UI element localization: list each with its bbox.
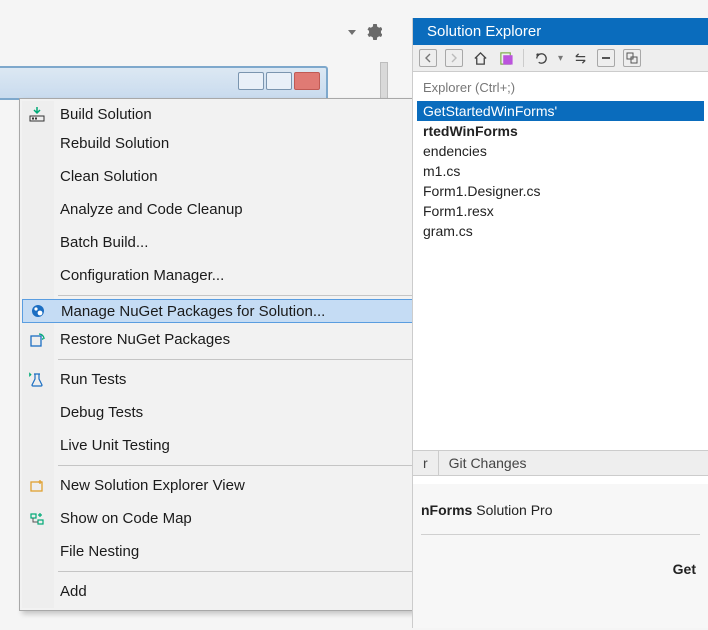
back-icon[interactable] xyxy=(419,49,437,67)
tree-item-solution[interactable]: GetStartedWinForms' xyxy=(417,101,704,121)
scrollbar[interactable] xyxy=(380,62,388,102)
switch-view-icon[interactable] xyxy=(497,49,515,67)
collapse-icon[interactable] xyxy=(597,49,615,67)
minimize-button[interactable] xyxy=(238,72,264,90)
new-view-icon xyxy=(28,477,46,495)
panel-title: Solution Explorer xyxy=(413,18,708,45)
tree-item-file[interactable]: Form1.resx xyxy=(417,201,704,221)
window-buttons xyxy=(238,72,320,90)
solution-tree: Explorer (Ctrl+;) GetStartedWinForms' rt… xyxy=(413,72,708,247)
toolbar-controls xyxy=(348,24,382,40)
form-designer-titlebar xyxy=(0,66,328,100)
show-all-icon[interactable] xyxy=(623,49,641,67)
search-placeholder[interactable]: Explorer (Ctrl+;) xyxy=(417,78,704,101)
build-icon xyxy=(28,105,46,123)
tab-git-changes[interactable]: Git Changes xyxy=(438,451,537,475)
home-icon[interactable] xyxy=(471,49,489,67)
nuget-icon xyxy=(29,302,47,320)
solution-explorer-panel: Solution Explorer ▾ Explorer (Ctrl+;) xyxy=(412,18,708,628)
forward-icon[interactable] xyxy=(445,49,463,67)
solution-explorer-toolbar: ▾ xyxy=(413,45,708,72)
refresh-icon[interactable] xyxy=(532,49,550,67)
tree-item-file[interactable]: Form1.Designer.cs xyxy=(417,181,704,201)
dropdown-caret-icon[interactable]: ▾ xyxy=(558,53,563,64)
tree-item-dependencies[interactable]: endencies xyxy=(417,141,704,161)
tree-item-project[interactable]: rtedWinForms xyxy=(417,121,704,141)
tree-item-file[interactable]: m1.cs xyxy=(417,161,704,181)
sync-icon[interactable] xyxy=(571,49,589,67)
codemap-icon xyxy=(28,510,46,528)
properties-label: Get xyxy=(421,541,700,577)
dropdown-caret-icon[interactable] xyxy=(348,30,356,35)
close-button[interactable] xyxy=(294,72,320,90)
tree-item-file[interactable]: gram.cs xyxy=(417,221,704,241)
bottom-tabs: r Git Changes xyxy=(413,450,708,476)
tab-explorer[interactable]: r xyxy=(413,451,438,475)
gear-icon[interactable] xyxy=(366,24,382,40)
properties-panel: nForms Solution Pro Get xyxy=(413,484,708,628)
restore-icon xyxy=(28,331,46,349)
maximize-button[interactable] xyxy=(266,72,292,90)
properties-title: nForms Solution Pro xyxy=(421,492,700,528)
panel-title-text: Solution Explorer xyxy=(427,23,541,40)
beaker-icon xyxy=(28,371,46,389)
